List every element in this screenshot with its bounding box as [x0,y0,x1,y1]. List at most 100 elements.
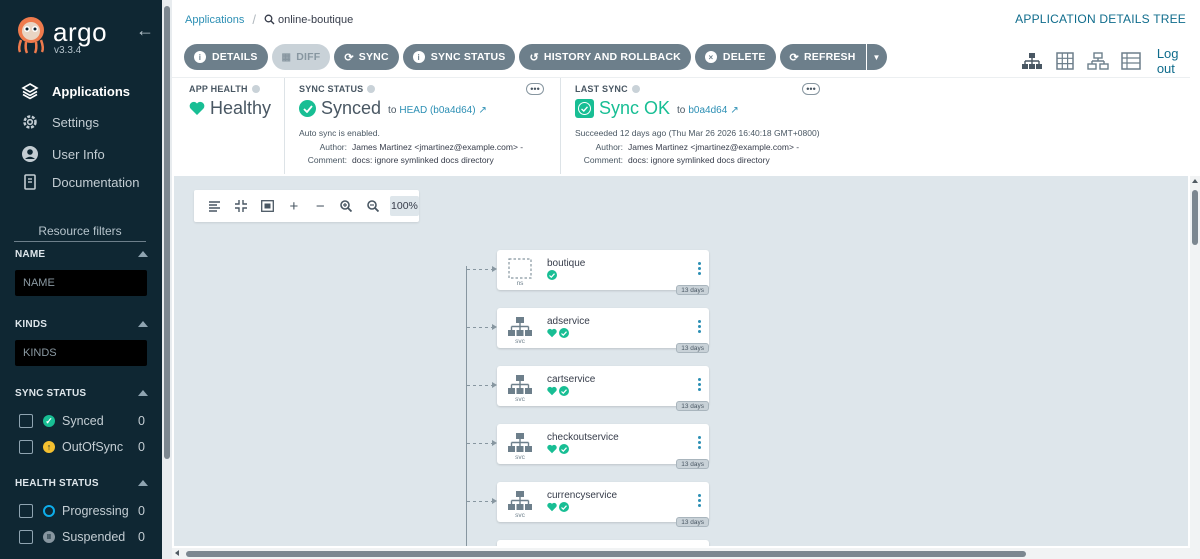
nav-item-settings[interactable]: Settings [20,111,99,133]
resource-kind: svc [515,338,525,345]
tree-edge [467,266,497,272]
filter-sync-status-title: SYNC STATUS [15,388,87,399]
heart-icon [547,444,557,454]
service-icon [508,491,532,510]
node-menu-icon[interactable] [697,378,701,393]
resource-node-boutique[interactable]: ns boutique 13 days [497,250,709,295]
fit-screen-icon[interactable] [255,196,281,216]
resource-status [547,270,557,280]
filter-kinds-title: KINDS [15,319,48,330]
resource-filters-heading: Resource filters [14,224,146,242]
external-link-icon[interactable]: ↗ [730,105,738,116]
collapse-sidebar-icon[interactable]: ← [136,20,154,41]
user-icon [20,145,40,163]
compress-icon[interactable] [228,196,254,216]
resource-node-adservice[interactable]: svc adservice 13 days [497,308,709,353]
resource-node-currencyservice[interactable]: svc currencyservice 13 days [497,482,709,527]
kinds-filter-input[interactable] [15,340,147,366]
sync-status-value: Synced to HEAD (b0a4d64) ↗ [299,98,487,119]
revision-link[interactable]: b0a4d64 [688,105,727,116]
nav-item-user-info[interactable]: User Info [20,143,105,165]
resource-age-badge: 13 days [676,517,709,527]
checkbox[interactable] [19,504,33,518]
details-button[interactable]: i DETAILS [184,44,268,70]
diff-button[interactable]: ▦ DIFF [271,44,331,70]
node-menu-icon[interactable] [697,320,701,335]
filter-synced-checkbox[interactable]: ✓ Synced 0 [19,412,145,430]
collapse-caret-icon[interactable] [138,251,148,257]
filter-suspended-checkbox[interactable]: II Suspended 0 [19,528,145,546]
nav-label: User Info [52,146,105,162]
external-link-icon[interactable]: ↗ [479,105,487,116]
more-options-button[interactable]: ••• [526,83,544,95]
scroll-up-icon[interactable] [1192,179,1198,183]
collapse-all-icon[interactable]: − [307,196,333,216]
node-menu-icon[interactable] [697,262,701,277]
pods-view-icon[interactable] [1054,51,1076,71]
check-circle-icon [299,100,316,117]
view-switcher: Log out [1021,46,1200,76]
chevron-down-icon: ▼ [872,52,881,62]
resource-kind: svc [515,396,525,403]
checkbox[interactable] [19,414,33,428]
sidebar: argo v3.3.4 ← Applications Settings User… [0,0,162,559]
name-filter-input[interactable] [15,270,147,296]
horizontal-scrollbar[interactable] [172,548,1200,559]
nav-item-applications[interactable]: Applications [20,80,130,102]
tree-edge [467,498,497,504]
check-circle-icon [547,270,557,280]
vertical-scrollbar[interactable] [1190,176,1200,548]
checkbox[interactable] [19,530,33,544]
logout-link[interactable]: Log out [1157,46,1200,76]
app-health-status: Healthy [189,98,271,119]
refresh-dropdown-button[interactable]: ▼ [866,44,887,70]
filter-progressing-checkbox[interactable]: Progressing 0 [19,502,145,520]
filter-outofsync-checkbox[interactable]: ↑ OutOfSync 0 [19,438,145,456]
collapse-caret-icon[interactable] [138,480,148,486]
service-icon [508,375,532,394]
scroll-thumb[interactable] [186,551,1026,557]
scroll-thumb[interactable] [1192,190,1198,245]
resource-node-cartservice[interactable]: svc cartservice 13 days [497,366,709,411]
help-icon[interactable] [631,85,640,93]
last-sync-section: LAST SYNC ••• Sync OK to b0a4d64 ↗ Succe… [560,78,840,174]
scroll-left-icon[interactable] [175,550,179,556]
help-icon[interactable] [367,85,376,93]
filter-count: 0 [138,504,145,518]
scroll-thumb[interactable] [164,6,170,459]
info-icon: i [412,51,425,63]
sidebar-scrollbar[interactable] [162,0,172,559]
align-left-icon[interactable] [202,196,228,216]
revision-link[interactable]: HEAD (b0a4d64) [399,105,475,116]
resource-tree-canvas[interactable]: + − 100% ns boutique 13 days svc adservice 13… [174,176,1188,546]
expand-all-icon[interactable]: + [281,196,307,216]
delete-button[interactable]: × DELETE [694,44,776,70]
sync-button[interactable]: ⟳ SYNC [334,44,399,70]
collapse-caret-icon[interactable] [138,321,148,327]
sync-status-button[interactable]: i SYNC STATUS [402,44,516,70]
breadcrumb-separator: / [252,12,256,27]
resource-node-checkoutservice[interactable]: svc checkoutservice 13 days [497,424,709,469]
zoom-in-icon[interactable] [333,196,359,216]
node-menu-icon[interactable] [697,494,701,509]
breadcrumb-applications-link[interactable]: Applications [185,14,244,26]
brand-version: v3.3.4 [54,45,82,56]
app-health-title: APP HEALTH [189,84,260,94]
tree-view-icon[interactable] [1021,51,1043,71]
node-menu-icon[interactable] [697,436,701,451]
list-view-icon[interactable] [1120,51,1142,71]
resource-node-partial[interactable] [497,540,709,546]
resource-age-badge: 13 days [676,401,709,411]
history-rollback-button[interactable]: ↺ HISTORY AND ROLLBACK [519,44,691,70]
nav-item-documentation[interactable]: Documentation [20,171,139,193]
more-options-button[interactable]: ••• [802,83,820,95]
brand-name: argo [53,17,108,47]
refresh-button[interactable]: ⟳ REFRESH [779,44,866,70]
file-icon: ▦ [281,51,292,63]
network-view-icon[interactable] [1087,51,1109,71]
checkbox[interactable] [19,440,33,454]
zoom-out-icon[interactable] [360,196,386,216]
help-icon[interactable] [251,85,260,93]
service-icon [508,317,532,336]
collapse-caret-icon[interactable] [138,390,148,396]
